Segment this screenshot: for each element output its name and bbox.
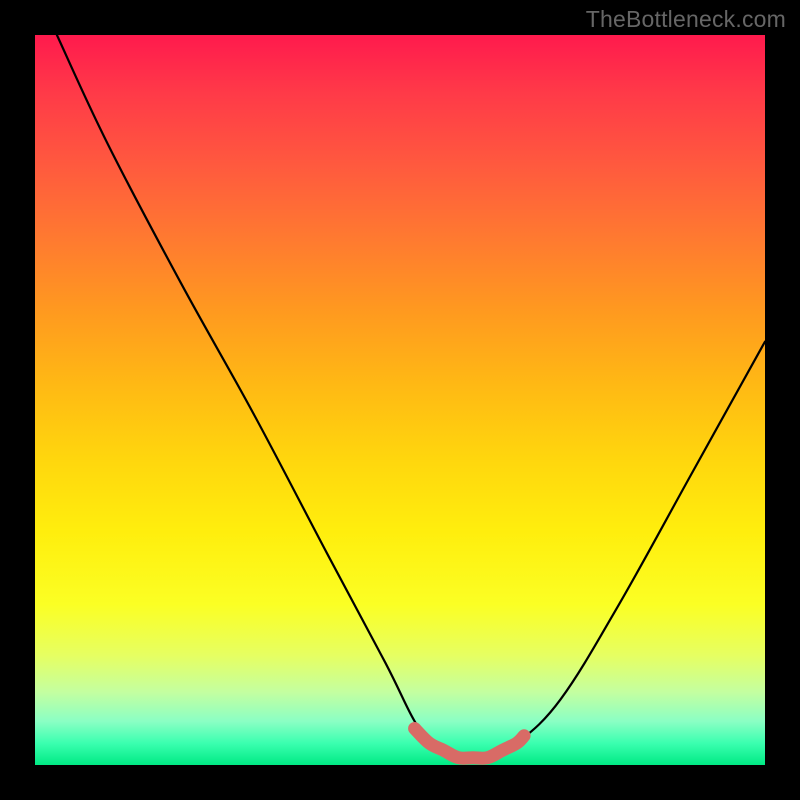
watermark-text: TheBottleneck.com — [586, 6, 786, 33]
plot-background — [35, 35, 765, 765]
chart-frame: TheBottleneck.com — [0, 0, 800, 800]
